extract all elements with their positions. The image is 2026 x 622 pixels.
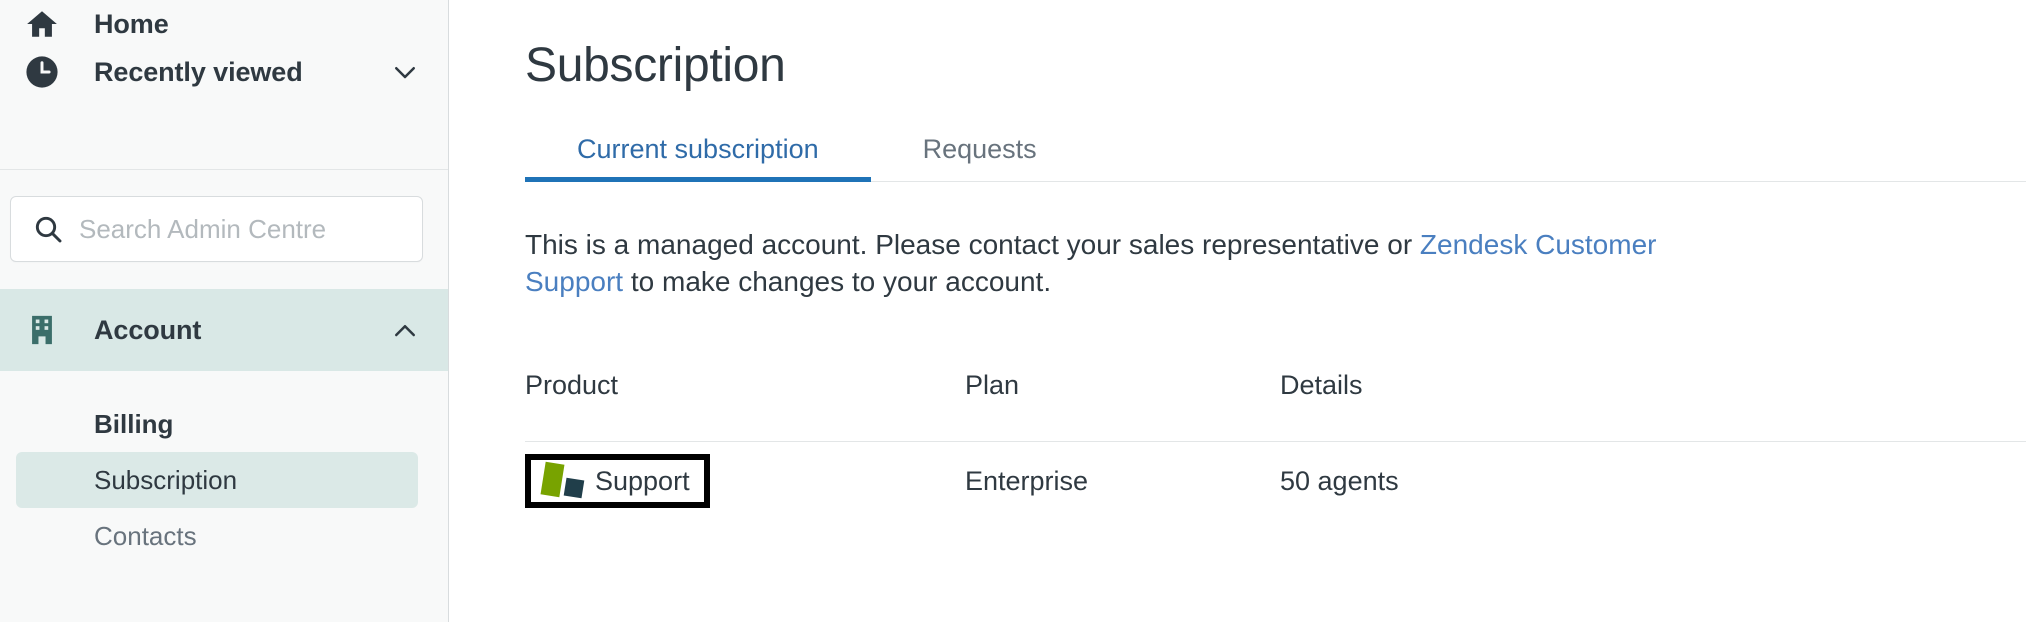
sidebar-top-section: Home Recently viewed bbox=[0, 0, 448, 170]
sidebar-subitem-billing-label: Billing bbox=[94, 408, 174, 439]
table-row: Support Enterprise 50 agents bbox=[525, 442, 2026, 520]
search-icon bbox=[31, 213, 65, 245]
sidebar-subitem-contacts-label: Contacts bbox=[94, 520, 197, 551]
sidebar-item-recently-viewed[interactable]: Recently viewed bbox=[0, 48, 448, 96]
table-cell-details: 50 agents bbox=[1280, 465, 1399, 496]
tab-current-subscription-label: Current subscription bbox=[577, 134, 819, 164]
sidebar-item-recently-viewed-label: Recently viewed bbox=[94, 56, 303, 87]
main-content: Subscription Current subscription Reques… bbox=[449, 0, 2026, 622]
tab-requests-label: Requests bbox=[922, 134, 1037, 164]
sidebar-item-home[interactable]: Home bbox=[0, 0, 448, 48]
tab-bar: Current subscription Requests bbox=[525, 123, 2026, 182]
table-header-details: Details bbox=[1280, 370, 1363, 401]
sidebar-item-account[interactable]: Account bbox=[0, 289, 448, 371]
tab-current-subscription[interactable]: Current subscription bbox=[525, 134, 871, 182]
notice-text-after: to make changes to your account. bbox=[623, 266, 1052, 298]
sidebar: Home Recently viewed Search Admin Centre… bbox=[0, 0, 449, 622]
table-header-product: Product bbox=[525, 370, 619, 401]
zendesk-support-logo-icon bbox=[540, 462, 587, 499]
managed-account-notice: This is a managed account. Please contac… bbox=[525, 226, 1695, 300]
sidebar-item-home-label: Home bbox=[94, 8, 169, 39]
clock-icon bbox=[18, 55, 66, 89]
notice-text-before: This is a managed account. Please contac… bbox=[525, 229, 1420, 260]
table-cell-plan: Enterprise bbox=[965, 465, 1089, 496]
chevron-down-icon[interactable] bbox=[390, 57, 420, 87]
sidebar-subitem-billing[interactable]: Billing bbox=[16, 396, 418, 452]
subscription-table: Product Plan Details Support Enterprise … bbox=[525, 370, 2026, 520]
tab-requests[interactable]: Requests bbox=[871, 134, 1089, 181]
sidebar-search-wrapper bbox=[0, 170, 448, 262]
product-support-label: Support bbox=[595, 465, 690, 496]
table-cell-product: Support bbox=[525, 454, 965, 509]
page-title: Subscription bbox=[525, 39, 786, 92]
sidebar-subitem-subscription-label: Subscription bbox=[94, 464, 238, 495]
table-header-plan: Plan bbox=[965, 370, 1020, 401]
product-support-button[interactable]: Support bbox=[525, 454, 710, 509]
building-icon bbox=[18, 313, 66, 347]
chevron-up-icon[interactable] bbox=[390, 315, 420, 345]
home-icon bbox=[18, 7, 66, 41]
sidebar-subitem-subscription[interactable]: Subscription bbox=[16, 452, 418, 508]
table-header-row: Product Plan Details bbox=[525, 370, 2026, 443]
sidebar-subitem-contacts[interactable]: Contacts bbox=[16, 508, 418, 564]
admin-centre-page: Home Recently viewed Search Admin Centre… bbox=[0, 0, 2026, 622]
search-box[interactable] bbox=[10, 196, 423, 262]
sidebar-account-subitems: Billing Subscription Contacts bbox=[0, 371, 448, 564]
sidebar-item-account-label: Account bbox=[94, 314, 202, 345]
search-input[interactable] bbox=[79, 213, 402, 245]
